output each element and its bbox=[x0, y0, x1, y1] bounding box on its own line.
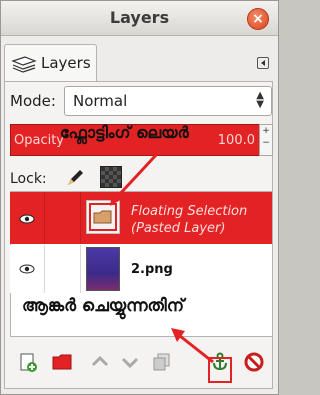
column-divider bbox=[44, 192, 45, 244]
new-layer-group-icon[interactable] bbox=[52, 352, 72, 372]
select-arrows-icon: ▲ ▼ bbox=[256, 90, 264, 110]
lock-pixels-icon[interactable] bbox=[64, 167, 86, 189]
annotation-anchor: ആങ്കർ ചെയ്യുന്നതിന് bbox=[22, 296, 185, 316]
raise-layer-icon[interactable] bbox=[90, 352, 110, 372]
tab-menu-button[interactable] bbox=[257, 57, 269, 69]
delete-layer-icon[interactable] bbox=[244, 352, 264, 372]
column-divider bbox=[44, 245, 45, 293]
tab-label: Layers bbox=[41, 54, 91, 72]
mode-label: Mode: bbox=[10, 92, 56, 110]
opacity-spinner[interactable]: + − bbox=[259, 124, 273, 156]
lock-label: Lock: bbox=[10, 171, 47, 187]
layers-icon bbox=[11, 56, 37, 73]
mode-value: Normal bbox=[73, 92, 128, 110]
layer-name-line2: (Pasted Layer) bbox=[131, 221, 226, 236]
column-divider bbox=[80, 192, 81, 244]
visibility-eye-icon[interactable] bbox=[19, 214, 35, 224]
close-icon: × bbox=[252, 11, 264, 27]
layer-name: 2.png bbox=[131, 262, 173, 277]
new-layer-icon[interactable] bbox=[18, 352, 38, 372]
visibility-eye-icon[interactable] bbox=[19, 264, 35, 274]
close-button[interactable]: × bbox=[247, 8, 269, 30]
duplicate-layer-icon[interactable] bbox=[152, 352, 172, 372]
layer-name-line1: Floating Selection bbox=[131, 204, 248, 219]
tab-layers[interactable]: Layers bbox=[4, 44, 97, 82]
opacity-value: 100.0 bbox=[217, 133, 255, 148]
lower-layer-icon[interactable] bbox=[120, 352, 140, 372]
opacity-label: Opacity bbox=[14, 133, 65, 148]
mode-select[interactable]: Normal ▲ ▼ bbox=[64, 86, 272, 116]
window-title: Layers bbox=[109, 8, 170, 27]
layer-toolbar bbox=[10, 344, 272, 384]
lock-alpha-icon[interactable] bbox=[100, 166, 122, 188]
annotation-floating-layer: ഫ്ലോട്ടിംഗ് ലെയർ bbox=[60, 123, 189, 142]
layer-thumbnail-floating bbox=[86, 200, 120, 234]
folder-icon bbox=[93, 210, 112, 224]
layer-thumbnail-2png bbox=[86, 247, 120, 291]
column-divider bbox=[80, 245, 81, 293]
titlebar: Layers × bbox=[1, 1, 278, 36]
anchor-highlight-box bbox=[208, 357, 232, 383]
